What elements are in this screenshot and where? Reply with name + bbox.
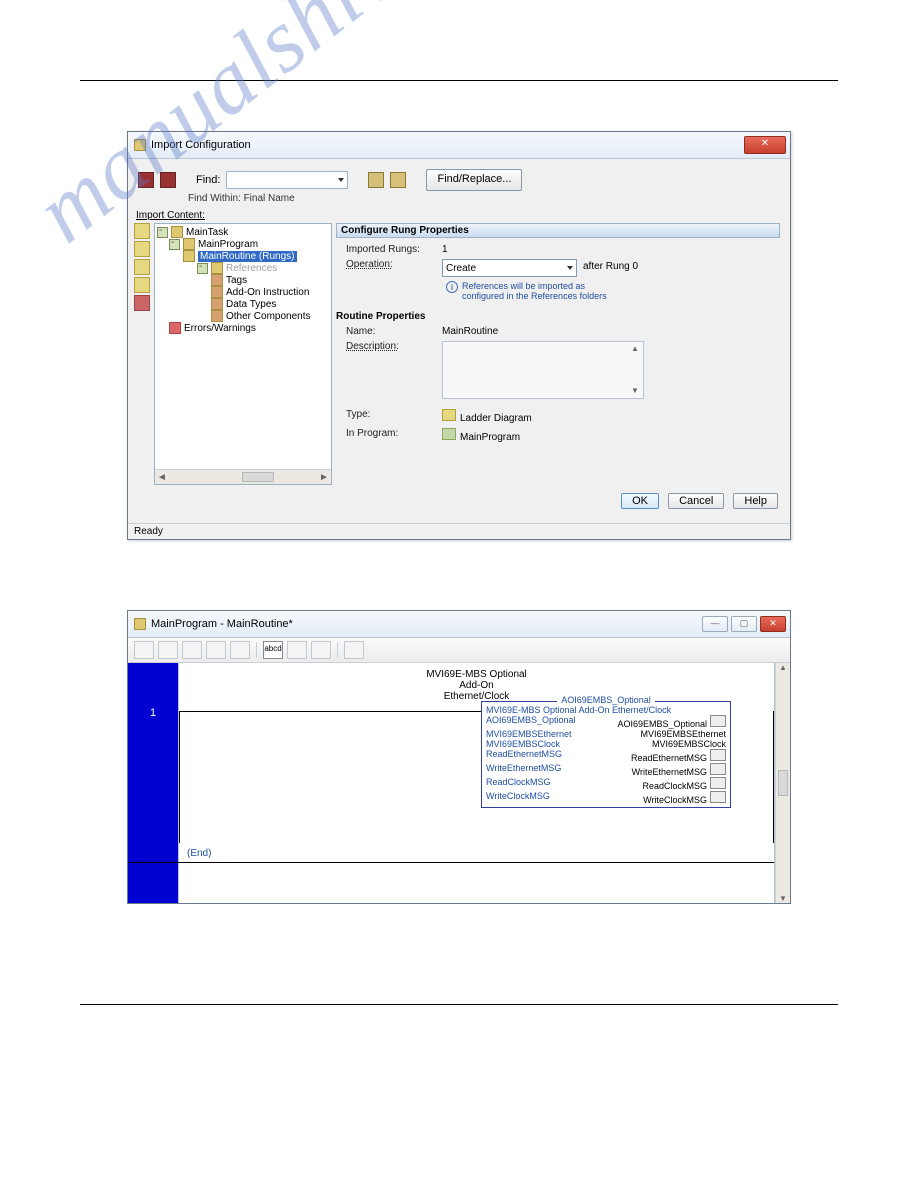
inprogram-value: MainProgram xyxy=(460,432,520,443)
rung-comment: MVI69E-MBS Optional Add-On Ethernet/Cloc… xyxy=(179,669,774,702)
import-content-label: Import Content: xyxy=(134,210,784,221)
tree-maintask[interactable]: MainTask xyxy=(186,227,228,238)
nav-back-icon[interactable] xyxy=(138,172,154,188)
tree-mainroutine-selected[interactable]: MainRoutine (Rungs) xyxy=(198,251,297,262)
editor-body: 1 MVI69E-MBS Optional Add-On Ethernet/Cl… xyxy=(128,663,790,903)
imported-rungs-value: 1 xyxy=(442,244,448,255)
ladder-area[interactable]: MVI69E-MBS Optional Add-On Ethernet/Cloc… xyxy=(179,663,775,903)
properties-panel: Configure Rung Properties Imported Rungs… xyxy=(336,223,784,485)
aoi-title: AOI69EMBS_Optional xyxy=(557,695,655,705)
info-line2: configured in the References folders xyxy=(462,291,607,301)
editor-title: MainProgram - MainRoutine* xyxy=(151,618,293,630)
help-button[interactable]: Help xyxy=(733,493,778,509)
find-label: Find: xyxy=(196,174,220,186)
editor-toolbar: abcd xyxy=(128,638,790,663)
dialog-titlebar: Import Configuration ✕ xyxy=(128,132,790,159)
tree-tags[interactable]: Tags xyxy=(226,275,247,286)
close-icon[interactable]: ✕ xyxy=(744,136,786,154)
operation-suffix: after Rung 0 xyxy=(583,259,638,272)
status-bar: Ready xyxy=(128,523,790,539)
editor-titlebar: MainProgram - MainRoutine* — ▢ ✕ xyxy=(128,611,790,638)
find-input[interactable] xyxy=(226,171,348,189)
top-rule xyxy=(80,80,838,81)
editor-icon xyxy=(134,618,146,630)
tree-errors[interactable]: Errors/Warnings xyxy=(184,323,256,334)
description-label: Description: xyxy=(346,341,436,352)
find-prev-icon[interactable] xyxy=(390,172,406,188)
ok-button[interactable]: OK xyxy=(621,493,659,509)
tree-other[interactable]: Other Components xyxy=(226,311,311,322)
nav-fwd-icon[interactable] xyxy=(160,172,176,188)
dialog-title: Import Configuration xyxy=(151,139,251,151)
tree-addon[interactable]: Add-On Instruction xyxy=(226,287,309,298)
param-browse-icon[interactable] xyxy=(710,763,726,775)
toolbar-icon-7[interactable] xyxy=(311,641,331,659)
info-line1: References will be imported as xyxy=(462,281,585,291)
param-browse-icon[interactable] xyxy=(710,791,726,803)
toolbar-icon-1[interactable] xyxy=(134,641,154,659)
param-browse-icon[interactable] xyxy=(710,777,726,789)
tree-references[interactable]: References xyxy=(226,263,277,274)
scroll-up-icon[interactable]: ▲ xyxy=(779,663,787,672)
import-tree[interactable]: MainTask MainProgram MainRoutine (Rungs)… xyxy=(154,223,332,485)
close-icon[interactable]: ✕ xyxy=(760,616,786,632)
scroll-up-icon[interactable]: ▲ xyxy=(629,344,641,354)
chevron-down-icon xyxy=(567,266,573,270)
description-box[interactable]: ▲ ▼ xyxy=(442,341,644,399)
tree-datatypes[interactable]: Data Types xyxy=(226,299,276,310)
type-label: Type: xyxy=(346,409,436,420)
toolbar-icon-4[interactable] xyxy=(206,641,226,659)
end-label: (End) xyxy=(187,848,211,859)
ladder-icon xyxy=(442,409,456,421)
name-label: Name: xyxy=(346,326,436,337)
bottom-rule xyxy=(80,1004,838,1005)
toolbar-icon-3[interactable] xyxy=(182,641,202,659)
editor-vscroll[interactable]: ▲ ▼ xyxy=(775,663,790,903)
rung-number: 1 xyxy=(150,707,156,719)
tree-mainprogram[interactable]: MainProgram xyxy=(198,239,258,250)
toolbar-icon-6[interactable] xyxy=(287,641,307,659)
maximize-icon[interactable]: ▢ xyxy=(731,616,757,632)
inprogram-label: In Program: xyxy=(346,428,436,439)
tree-hscroll[interactable]: ◄► xyxy=(155,469,331,484)
toolbar-icon-2[interactable] xyxy=(158,641,178,659)
scroll-down-icon[interactable]: ▼ xyxy=(629,386,641,396)
aoi-instruction-block[interactable]: AOI69EMBS_Optional MVI69E-MBS Optional A… xyxy=(481,701,731,808)
rung-number-col[interactable]: 1 xyxy=(128,663,179,903)
toolbar-icon-5[interactable] xyxy=(230,641,250,659)
toolbar-abcd[interactable]: abcd xyxy=(263,641,283,659)
routine-props-header: Routine Properties xyxy=(336,311,780,322)
dialog-icon xyxy=(134,139,146,151)
routine-editor-window: MainProgram - MainRoutine* — ▢ ✕ abcd 1 xyxy=(127,610,791,904)
find-replace-button[interactable]: Find/Replace... xyxy=(426,169,522,191)
operation-combo[interactable]: Create xyxy=(442,259,577,277)
minimize-icon[interactable]: — xyxy=(702,616,728,632)
name-value: MainRoutine xyxy=(442,326,498,337)
operation-value: Create xyxy=(446,263,476,274)
find-next-icon[interactable] xyxy=(368,172,384,188)
info-icon: i xyxy=(446,281,458,293)
scroll-down-icon[interactable]: ▼ xyxy=(779,894,787,903)
type-value: Ladder Diagram xyxy=(460,413,532,424)
config-rung-header: Configure Rung Properties xyxy=(336,223,780,238)
tree-leftstrip xyxy=(134,223,150,485)
find-within-label: Find Within: Final Name xyxy=(134,193,784,204)
param-browse-icon[interactable] xyxy=(710,715,726,727)
imported-rungs-label: Imported Rungs: xyxy=(346,244,436,255)
toolbar-icon-8[interactable] xyxy=(344,641,364,659)
operation-label: Operation: xyxy=(346,259,436,270)
import-config-dialog: Import Configuration ✕ Find: Find/Replac… xyxy=(127,131,791,540)
program-icon xyxy=(442,428,456,440)
cancel-button[interactable]: Cancel xyxy=(668,493,724,509)
param-browse-icon[interactable] xyxy=(710,749,726,761)
